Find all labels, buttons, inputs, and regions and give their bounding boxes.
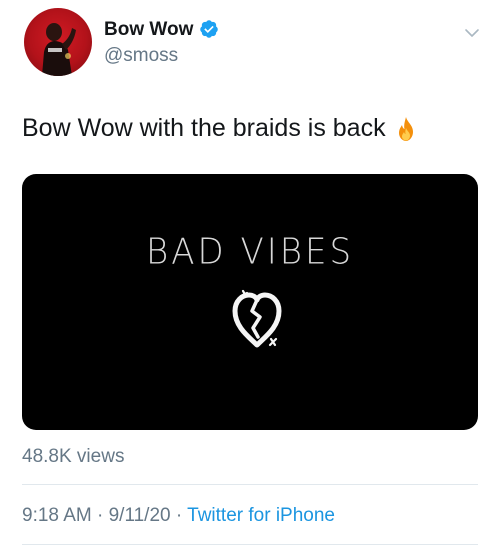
tweet-source-link[interactable]: Twitter for iPhone	[187, 505, 335, 526]
fire-icon	[394, 116, 418, 142]
video-title: BAD VIBES	[145, 231, 355, 273]
tweet-time[interactable]: 9:18 AM	[22, 505, 92, 526]
display-name[interactable]: Bow Wow	[104, 19, 219, 39]
tweet-date[interactable]: 9/11/20	[109, 505, 171, 526]
meta-separator: ·	[97, 505, 104, 526]
meta-separator: ·	[175, 505, 183, 526]
user-handle[interactable]: @smoss	[104, 46, 178, 65]
tweet-text-content: Bow Wow with the braids is back	[22, 114, 386, 142]
broken-heart-icon	[229, 287, 285, 349]
tweet: Bow Wow @smoss Bow Wow with the braids i…	[0, 0, 500, 545]
video-player[interactable]: BAD VIBES	[22, 174, 478, 430]
chevron-down-icon[interactable]	[464, 25, 480, 41]
view-count: 48.8K views	[22, 446, 125, 467]
avatar[interactable]	[24, 8, 92, 76]
display-name-text[interactable]: Bow Wow	[104, 20, 193, 39]
tweet-meta: 9:18 AM · 9/11/20 · Twitter for iPhone	[22, 506, 335, 525]
tweet-text: Bow Wow with the braids is back	[22, 114, 418, 143]
verified-badge-icon	[199, 19, 219, 39]
divider	[22, 484, 478, 485]
